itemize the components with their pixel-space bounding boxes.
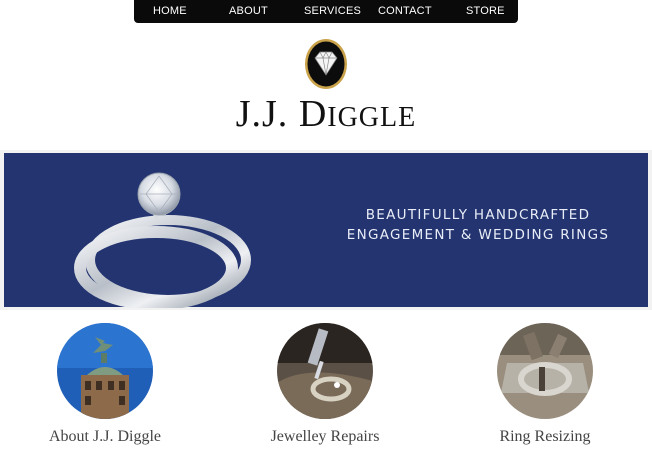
- nav-contact-link[interactable]: CONTACT: [378, 5, 432, 17]
- diamond-logo-icon[interactable]: [304, 38, 348, 90]
- nav-home-link[interactable]: HOME: [153, 5, 187, 17]
- feature-resizing[interactable]: Ring Resizing: [445, 323, 645, 450]
- feature-repairs[interactable]: Jewelley Repairs: [225, 323, 425, 450]
- brand-name[interactable]: J.J. DIGGLE: [220, 92, 432, 136]
- ring-resizing-photo[interactable]: [497, 323, 593, 419]
- feature-about[interactable]: About J.J. Diggle: [5, 323, 205, 450]
- wedding-ring-image: [60, 160, 260, 310]
- nav-services-link[interactable]: SERVICES: [304, 5, 361, 17]
- brand-surname-rest: IGGLE: [327, 102, 417, 133]
- liver-building-photo[interactable]: [57, 323, 153, 419]
- feature-repairs-label[interactable]: Jewelley Repairs: [225, 428, 425, 446]
- feature-about-label[interactable]: About J.J. Diggle: [5, 428, 205, 446]
- brand-surname-initial: D: [298, 93, 328, 135]
- nav-store-link[interactable]: STORE: [466, 5, 505, 17]
- top-nav-bar: HOME ABOUT SERVICES CONTACT STORE: [134, 0, 518, 23]
- hero-headline-line1: BEAUTIFULLY HANDCRAFTED: [365, 207, 591, 223]
- hero-headline-line2: ENGAGEMENT & WEDDING RINGS: [346, 227, 610, 243]
- jewellery-repair-photo[interactable]: [277, 323, 373, 419]
- brand-initials: J.J.: [235, 93, 299, 135]
- feature-resizing-label[interactable]: Ring Resizing: [445, 428, 645, 446]
- nav-about-link[interactable]: ABOUT: [229, 5, 268, 17]
